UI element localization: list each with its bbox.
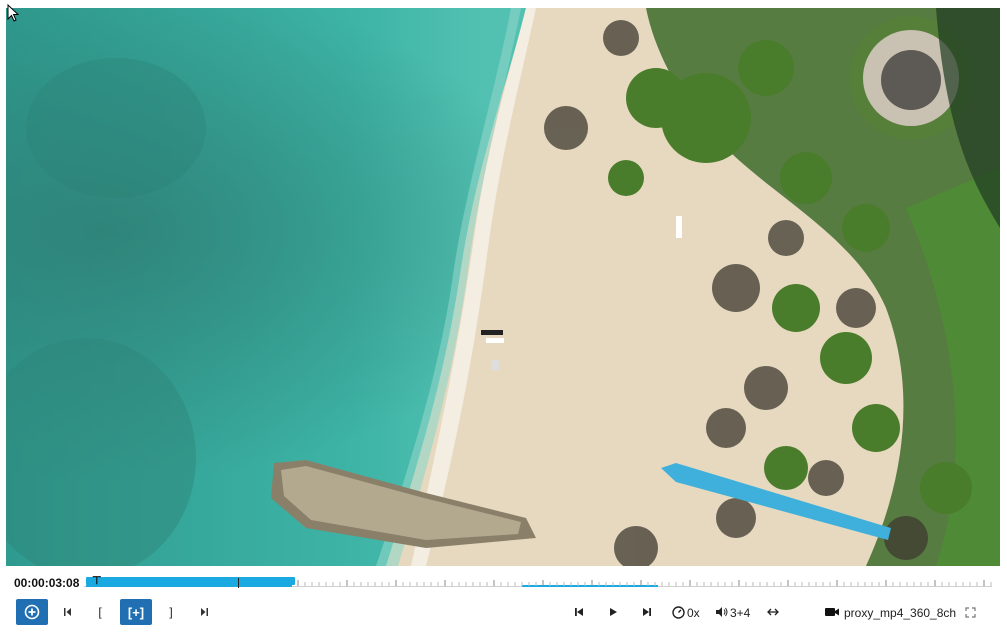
go-to-out-button[interactable]: ]	[164, 603, 178, 621]
step-to-start-button[interactable]	[60, 603, 76, 621]
add-marker-button[interactable]	[16, 599, 48, 625]
video-camera-icon	[825, 608, 839, 616]
video-source-button[interactable]	[823, 604, 841, 620]
volume-icon	[716, 607, 728, 617]
timeline-scrubber[interactable]: ⊤	[84, 574, 992, 590]
aerial-beach-image	[6, 8, 1000, 566]
go-to-in-button[interactable]: [	[93, 603, 107, 621]
in-point-marker[interactable]: ⊤	[92, 576, 102, 587]
loop-button[interactable]	[765, 604, 781, 620]
speed-gauge-icon	[671, 605, 685, 619]
speed-button[interactable]	[670, 604, 686, 620]
play-button[interactable]	[605, 603, 621, 621]
audio-channels-label: 3+4	[730, 606, 751, 620]
plus-circle-icon	[24, 604, 40, 620]
speed-label: 0x	[687, 606, 700, 620]
loop-icon	[767, 608, 779, 616]
mouse-cursor-icon	[7, 4, 19, 22]
timeline-ticks	[297, 580, 992, 586]
video-frame[interactable]	[6, 8, 1000, 566]
fullscreen-button[interactable]	[962, 604, 978, 620]
step-to-start-icon	[64, 608, 71, 616]
step-to-end-icon	[201, 608, 208, 616]
step-to-end-button[interactable]	[196, 603, 212, 621]
proxy-name-label: proxy_mp4_360_8ch	[844, 606, 957, 620]
fullscreen-icon	[964, 606, 976, 618]
play-icon	[610, 608, 617, 616]
timecode-display: 00:00:03:08	[14, 576, 80, 590]
add-clip-button[interactable]: [+]	[120, 599, 152, 625]
skip-forward-button[interactable]	[639, 603, 655, 621]
skip-forward-icon	[643, 608, 651, 616]
skip-back-icon	[575, 608, 583, 616]
skip-back-button[interactable]	[571, 603, 587, 621]
out-point-marker[interactable]	[238, 578, 239, 588]
volume-button[interactable]	[714, 604, 730, 620]
